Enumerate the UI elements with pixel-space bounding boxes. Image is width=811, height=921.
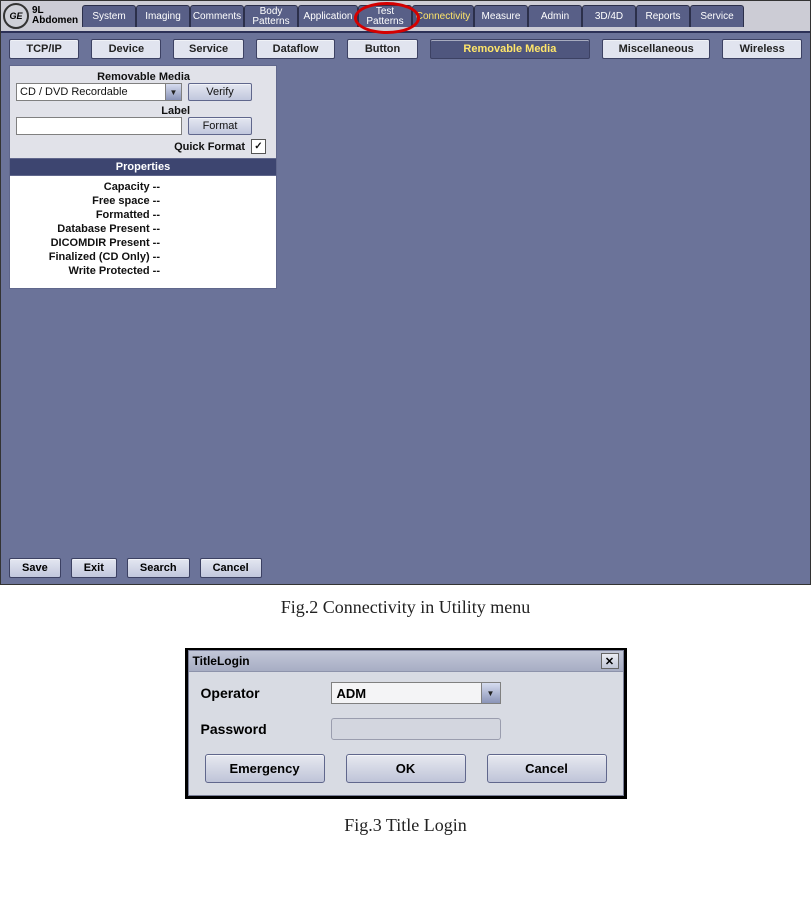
chevron-down-icon: ▼ xyxy=(481,683,500,703)
search-button[interactable]: Search xyxy=(127,558,190,578)
tab-service[interactable]: Service xyxy=(690,5,744,27)
chevron-down-icon: ▼ xyxy=(165,84,181,100)
properties-body: Capacity -- Free space -- Formatted -- D… xyxy=(10,176,276,288)
probe-info: 9L Abdomen xyxy=(31,6,82,26)
tab-body-patterns[interactable]: Body Patterns xyxy=(244,5,298,27)
verify-button[interactable]: Verify xyxy=(188,83,252,101)
sub-tabs: TCP/IP Device Service Dataflow Button Re… xyxy=(9,39,802,59)
prop-database: Database Present -- xyxy=(16,222,270,236)
prop-dicomdir: DICOMDIR Present -- xyxy=(16,236,270,250)
login-titlebar: TitleLogin ✕ xyxy=(189,651,623,672)
subtab-wireless[interactable]: Wireless xyxy=(722,39,802,59)
login-cancel-button[interactable]: Cancel xyxy=(487,754,607,783)
prop-write-protected: Write Protected -- xyxy=(16,264,270,278)
subtab-dataflow[interactable]: Dataflow xyxy=(256,39,336,59)
tab-comments[interactable]: Comments xyxy=(190,5,244,27)
top-menu: GE 9L Abdomen System Imaging Comments Bo… xyxy=(1,1,810,33)
prop-free-space: Free space -- xyxy=(16,194,270,208)
format-button[interactable]: Format xyxy=(188,117,252,135)
prop-capacity: Capacity -- xyxy=(16,180,270,194)
operator-label: Operator xyxy=(201,685,331,701)
login-title-text: TitleLogin xyxy=(193,654,250,668)
subtab-button[interactable]: Button xyxy=(347,39,417,59)
removable-media-panel: Removable Media CD / DVD Recordable ▼ Ve… xyxy=(9,65,277,289)
emergency-button[interactable]: Emergency xyxy=(205,754,325,783)
tab-system[interactable]: System xyxy=(82,5,136,27)
label-label: Label xyxy=(16,105,270,117)
login-dialog: TitleLogin ✕ Operator ADM ▼ Password xyxy=(188,650,624,796)
subtab-device[interactable]: Device xyxy=(91,39,161,59)
tab-application[interactable]: Application xyxy=(298,5,358,27)
password-label: Password xyxy=(201,721,331,737)
utility-window: GE 9L Abdomen System Imaging Comments Bo… xyxy=(0,0,811,585)
subtab-miscellaneous[interactable]: Miscellaneous xyxy=(602,39,710,59)
subtab-service[interactable]: Service xyxy=(173,39,243,59)
prop-finalized: Finalized (CD Only) -- xyxy=(16,250,270,264)
cancel-button[interactable]: Cancel xyxy=(200,558,262,578)
sub-area: TCP/IP Device Service Dataflow Button Re… xyxy=(1,33,810,295)
tab-3d4d[interactable]: 3D/4D xyxy=(582,5,636,27)
tab-admin[interactable]: Admin xyxy=(528,5,582,27)
media-dropdown-value: CD / DVD Recordable xyxy=(17,86,165,98)
properties-header: Properties xyxy=(10,158,276,176)
media-dropdown[interactable]: CD / DVD Recordable ▼ xyxy=(16,83,182,101)
close-icon: ✕ xyxy=(605,655,614,668)
tab-test-patterns[interactable]: Test Patterns xyxy=(358,5,412,27)
prop-formatted: Formatted -- xyxy=(16,208,270,222)
tab-connectivity[interactable]: Connectivity xyxy=(412,5,474,27)
operator-dropdown[interactable]: ADM ▼ xyxy=(331,682,501,704)
tab-measure[interactable]: Measure xyxy=(474,5,528,27)
figure2-caption: Fig.2 Connectivity in Utility menu xyxy=(0,597,811,618)
password-input[interactable] xyxy=(331,718,501,740)
tab-reports[interactable]: Reports xyxy=(636,5,690,27)
bottom-buttons: Save Exit Search Cancel xyxy=(9,558,262,578)
close-button[interactable]: ✕ xyxy=(601,653,619,669)
label-input[interactable] xyxy=(16,117,182,135)
operator-value: ADM xyxy=(332,686,481,701)
subtab-tcpip[interactable]: TCP/IP xyxy=(9,39,79,59)
figure3-caption: Fig.3 Title Login xyxy=(0,815,811,836)
quick-format-label: Quick Format xyxy=(174,141,245,153)
probe-line2: Abdomen xyxy=(32,16,82,26)
save-button[interactable]: Save xyxy=(9,558,61,578)
exit-button[interactable]: Exit xyxy=(71,558,117,578)
ok-button[interactable]: OK xyxy=(346,754,466,783)
label-removable-media: Removable Media xyxy=(16,71,270,83)
login-figure: TitleLogin ✕ Operator ADM ▼ Password xyxy=(0,648,811,799)
subtab-removable-media[interactable]: Removable Media xyxy=(430,39,590,59)
ge-logo: GE xyxy=(3,3,29,29)
quick-format-checkbox[interactable]: ✓ xyxy=(251,139,266,154)
tab-imaging[interactable]: Imaging xyxy=(136,5,190,27)
